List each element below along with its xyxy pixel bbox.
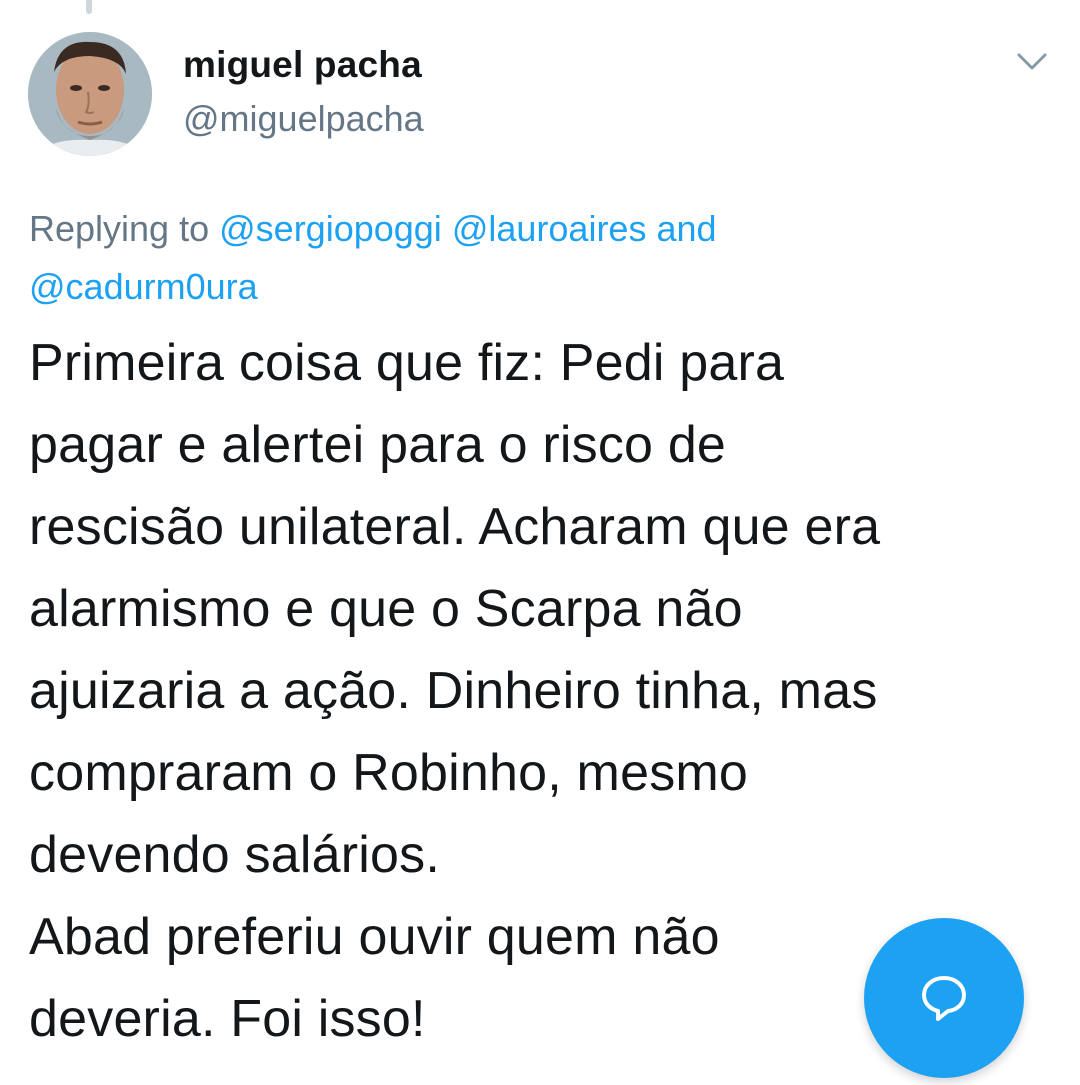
mention-link[interactable]: @lauroaires bbox=[452, 208, 647, 249]
replying-to-conjunction[interactable]: and bbox=[656, 208, 716, 249]
avatar-photo bbox=[28, 32, 152, 156]
mention-link[interactable]: @cadurm0ura bbox=[29, 266, 258, 307]
tweet-detail-screen: miguel pacha @miguelpacha Replying to @s… bbox=[0, 0, 1080, 1085]
replying-to-line: Replying to @sergiopoggi @lauroaires and… bbox=[29, 200, 1029, 316]
avatar[interactable] bbox=[28, 32, 152, 156]
thread-connector-line bbox=[86, 0, 92, 14]
mention-link[interactable]: @sergiopoggi bbox=[219, 208, 442, 249]
replying-to-prefix: Replying to bbox=[29, 208, 210, 249]
tweet-menu-button[interactable] bbox=[1010, 42, 1054, 82]
reply-bubble-icon bbox=[922, 976, 966, 1021]
author-handle[interactable]: @miguelpacha bbox=[183, 98, 424, 140]
author-display-name[interactable]: miguel pacha bbox=[183, 44, 422, 86]
chevron-down-icon bbox=[1017, 53, 1047, 70]
compose-reply-button[interactable] bbox=[864, 918, 1024, 1078]
